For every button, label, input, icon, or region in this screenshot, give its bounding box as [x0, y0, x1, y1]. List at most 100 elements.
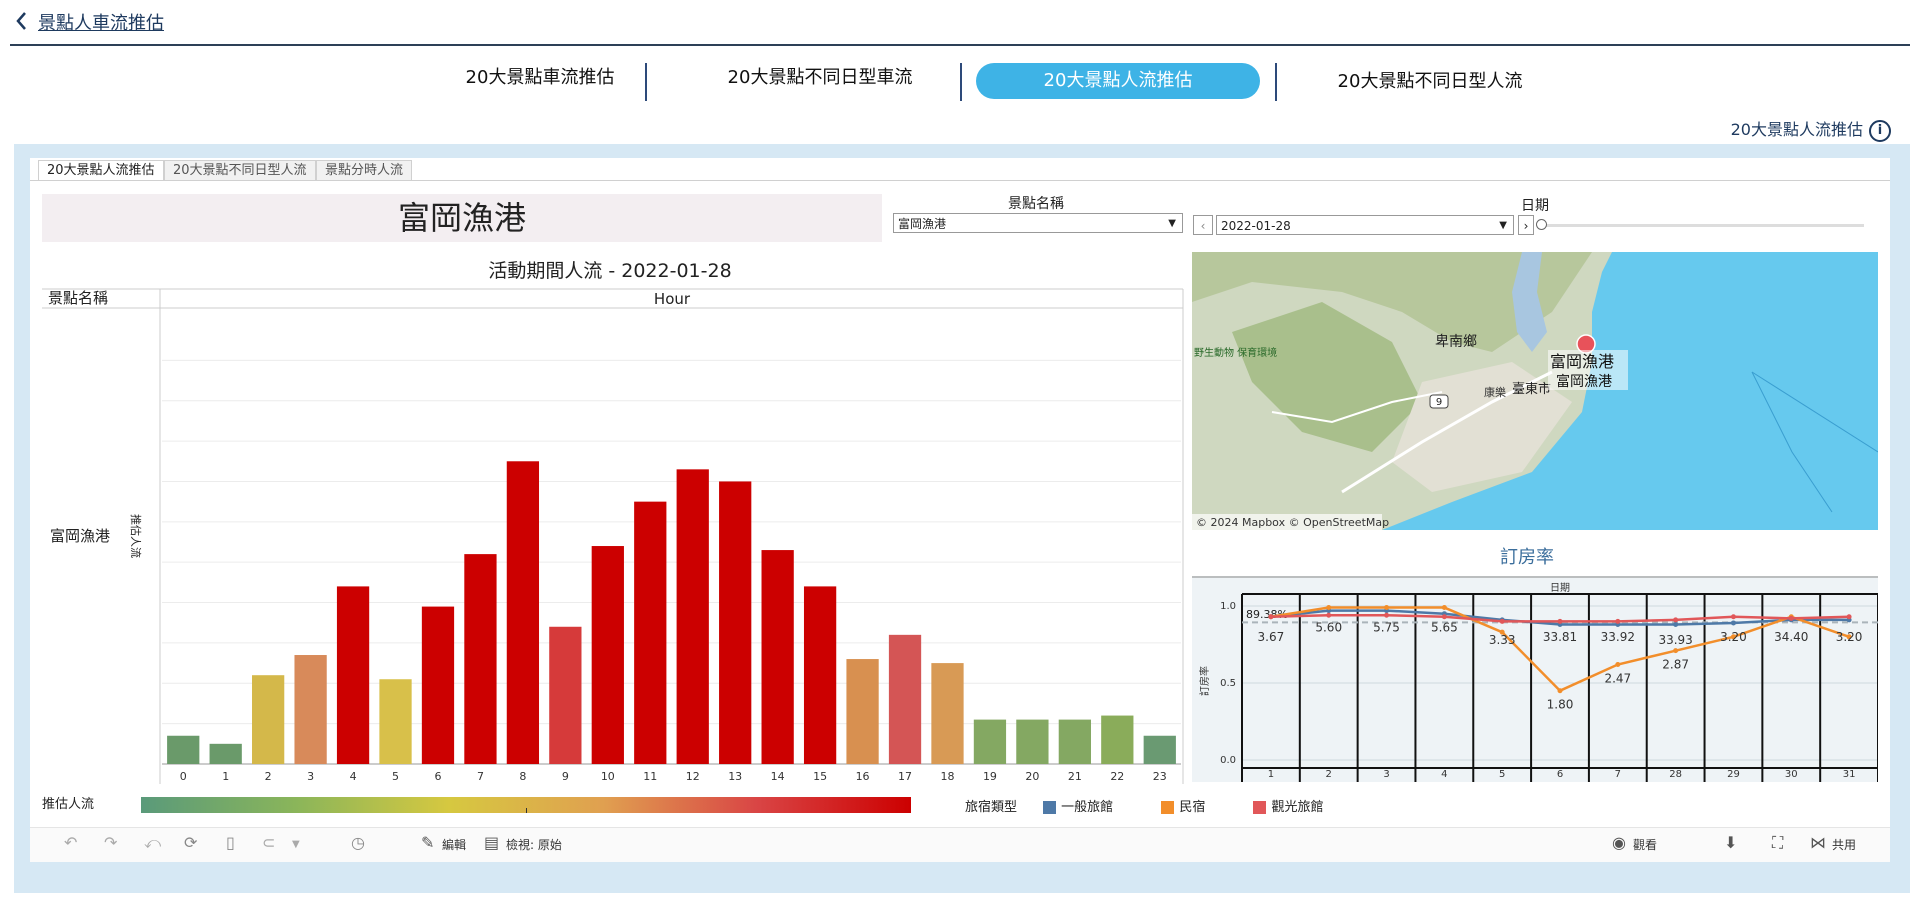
page-title[interactable]: 景點人車流推估	[38, 9, 164, 35]
x-tick-label: 23	[1153, 770, 1167, 783]
occ-data-label: 3.33	[1489, 633, 1516, 647]
marker-title: 富岡漁港	[1550, 352, 1614, 371]
x-tick-label: 6	[434, 770, 441, 783]
undo-icon[interactable]: ↶	[64, 833, 77, 852]
occ-point-label: 2.87	[1662, 658, 1689, 672]
caret-down-icon[interactable]: ▼	[292, 839, 300, 850]
view-button[interactable]: 檢視: 原始	[506, 836, 562, 853]
redo-icon[interactable]: ↷	[104, 833, 117, 852]
x-tick-label: 5	[392, 770, 399, 783]
column-header: Hour	[654, 290, 691, 308]
series-point	[1268, 614, 1274, 620]
occupancy-y-label: 訂房率	[1198, 666, 1211, 696]
series-point	[1499, 618, 1505, 624]
tab-people-daytype[interactable]: 20大景點不同日型人流	[1290, 64, 1570, 100]
share-icon[interactable]: ⋈	[1810, 833, 1826, 852]
bar-hour-4	[336, 586, 370, 764]
watch-button[interactable]: 觀看	[1633, 836, 1657, 853]
download-icon[interactable]: ⬇	[1724, 833, 1737, 852]
series-point	[1730, 620, 1736, 626]
revert-icon[interactable]: ⤺	[144, 833, 161, 853]
header-divider	[10, 44, 1910, 46]
date-filter-label: 日期	[1521, 198, 1549, 214]
bar-hour-20	[1016, 719, 1049, 764]
bar-hour-5	[379, 679, 412, 764]
fullscreen-icon[interactable]: ⛶	[1772, 833, 1783, 853]
info-icon[interactable]: i	[1869, 119, 1891, 142]
lodge-legend: 旅宿類型 一般旅館 民宿 觀光旅館	[965, 796, 1323, 815]
replay-icon[interactable]: ⊂	[262, 833, 275, 852]
bar-hour-17	[888, 634, 922, 764]
bar-hour-7	[464, 554, 497, 764]
map-view[interactable]: 卑南鄉 臺東市 康樂 富岡漁港 富岡漁港 野生動物 保育環境 9 © 2024 …	[1192, 252, 1878, 530]
date-select-value: 2022-01-28	[1221, 219, 1291, 233]
tab-vehicle-estimate[interactable]: 20大景點車流推估	[400, 60, 680, 96]
map-attribution[interactable]: © 2024 Mapbox © OpenStreetMap	[1196, 516, 1389, 529]
bar-hour-22	[1101, 715, 1134, 764]
legend-item-label: 一般旅館	[1061, 800, 1114, 815]
tab-divider	[960, 63, 962, 101]
x-tick-label: 20	[1025, 770, 1039, 783]
occ-data-label: 33.93	[1658, 633, 1692, 647]
metrics-icon[interactable]: ◷	[351, 833, 365, 852]
x-tick-label: 7	[477, 770, 484, 783]
occupancy-column-header: 日期	[1550, 582, 1570, 594]
spot-select[interactable]: 富岡漁港 ▼	[893, 213, 1183, 233]
legend-swatch	[1161, 801, 1175, 814]
occ-data-label: 5.60	[1315, 621, 1342, 635]
date-next-button[interactable]: ›	[1518, 215, 1534, 235]
occ-data-label: 3.20	[1720, 630, 1747, 644]
subtab-people-daytype[interactable]: 20大景點不同日型人流	[164, 160, 316, 181]
x-tick-label: 12	[686, 770, 700, 783]
date-slider-handle[interactable]	[1536, 219, 1547, 230]
occ-x-tick: 5	[1499, 769, 1505, 780]
map-canvas: 卑南鄉 臺東市 康樂 富岡漁港 富岡漁港 野生動物 保育環境 9 © 2024 …	[1192, 252, 1878, 530]
chevron-left-icon[interactable]	[14, 10, 28, 32]
occ-x-tick: 28	[1669, 769, 1682, 780]
edit-icon[interactable]: ✎	[421, 833, 434, 852]
x-tick-label: 4	[350, 770, 357, 783]
series-point	[1441, 614, 1447, 620]
pause-icon[interactable]: ▯	[226, 833, 235, 852]
map-label-taitung: 臺東市	[1512, 381, 1551, 397]
date-select[interactable]: 2022-01-28 ▼	[1216, 215, 1514, 235]
subtab-people-estimate[interactable]: 20大景點人流推估	[38, 160, 164, 181]
gradient-tick	[526, 808, 527, 813]
bar-hour-3	[294, 655, 327, 764]
eye-icon[interactable]: ◉	[1612, 833, 1626, 852]
legend-item-hotel[interactable]: 一般旅館	[1043, 800, 1113, 815]
share-button[interactable]: 共用	[1832, 836, 1856, 853]
tab-people-estimate[interactable]: 20大景點人流推估	[976, 63, 1260, 99]
occ-y-tick: 1.0	[1220, 601, 1236, 612]
bar-hour-10	[591, 546, 624, 764]
date-slider-track[interactable]	[1540, 224, 1864, 227]
x-tick-label: 9	[562, 770, 569, 783]
series-point	[1673, 648, 1679, 654]
tab-vehicle-daytype[interactable]: 20大景點不同日型車流	[680, 60, 960, 96]
x-tick-label: 22	[1110, 770, 1124, 783]
occ-data-label: 3.67	[1258, 630, 1285, 644]
occ-x-tick: 29	[1727, 769, 1740, 780]
occ-x-tick: 2	[1326, 769, 1332, 780]
occupancy-chart: 日期 訂房率 1.00.50.01 2 3 4 5 6 7 28 29 30 3189.38% 3.…	[1192, 576, 1878, 782]
view-icon[interactable]: ▤	[484, 833, 499, 852]
bar-hour-15	[803, 586, 837, 764]
y-axis-label: 推估人流	[129, 514, 143, 558]
edit-button[interactable]: 編輯	[442, 836, 466, 853]
legend-item-tourist-hotel[interactable]: 觀光旅館	[1253, 800, 1323, 815]
caret-down-icon: ▼	[1499, 220, 1507, 231]
refresh-data-icon[interactable]: ⟳	[184, 833, 197, 852]
subtab-hourly-people[interactable]: 景點分時人流	[316, 160, 413, 181]
bar-hour-2	[252, 675, 285, 764]
spot-filter-label: 景點名稱	[1008, 196, 1064, 212]
tab-divider	[1275, 63, 1277, 101]
hourly-people-chart: 景點名稱 Hour 富岡漁港 推估人流 0 1 2 3 4 5 6 7 8 9 10 11 12 13 14…	[42, 288, 1184, 784]
occ-y-tick: 0.5	[1220, 678, 1236, 689]
x-tick-label: 2	[265, 770, 272, 783]
occ-data-label: 5.65	[1431, 621, 1458, 635]
date-prev-button[interactable]: ‹	[1193, 215, 1213, 235]
occ-data-label: 3.20	[1836, 630, 1863, 644]
legend-item-bnb[interactable]: 民宿	[1161, 800, 1205, 815]
bar-hour-19	[973, 719, 1007, 764]
x-tick-label: 21	[1068, 770, 1082, 783]
